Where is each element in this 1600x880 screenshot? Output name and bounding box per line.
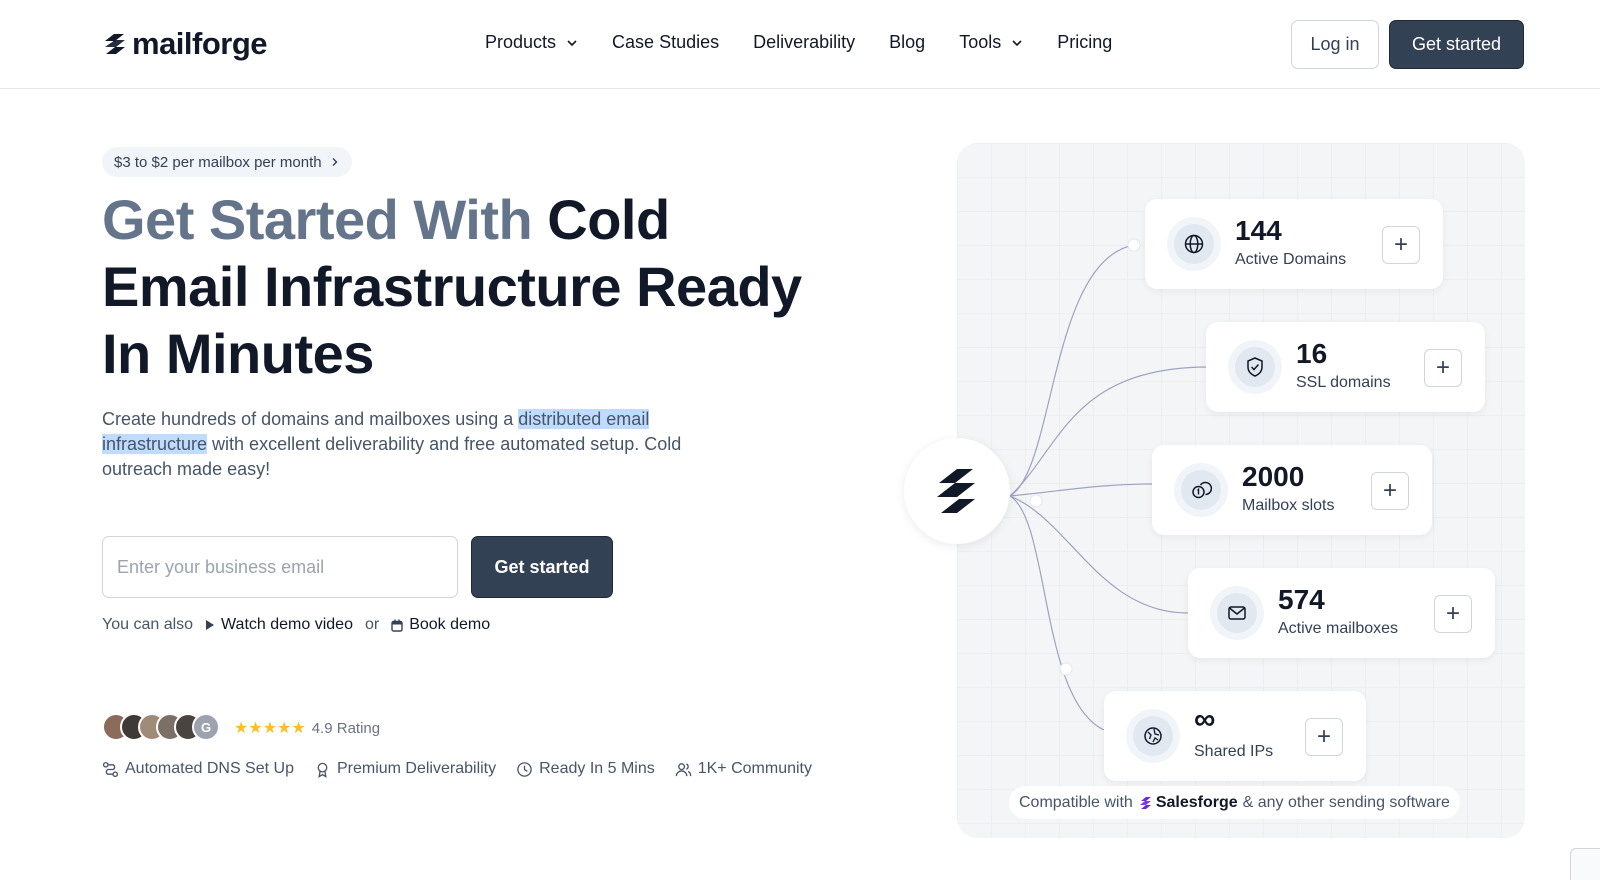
compat-prefix: Compatible with bbox=[1019, 793, 1133, 811]
nav-products-label: Products bbox=[485, 32, 557, 52]
hero-subtitle-before: Create hundreds of domains and mailboxes… bbox=[102, 409, 519, 429]
hero-title-muted: Get Started With bbox=[102, 188, 548, 251]
chevron-right-icon bbox=[332, 158, 338, 166]
feature-community: 1K+ Community bbox=[675, 760, 812, 778]
stat-card-active-mailboxes: 574 Active mailboxes + bbox=[1188, 568, 1495, 658]
salesforge-hub-icon bbox=[937, 469, 975, 513]
play-icon bbox=[206, 620, 215, 630]
coins-icon bbox=[1192, 481, 1212, 499]
stat-icon-wrap bbox=[1167, 217, 1221, 271]
watch-demo-link[interactable]: Watch demo video bbox=[205, 616, 353, 634]
feature-dns-label: Automated DNS Set Up bbox=[125, 760, 294, 777]
customer-avatars: G bbox=[102, 713, 220, 741]
pricing-pill[interactable]: $3 to $2 per mailbox per month bbox=[102, 147, 352, 177]
stat-label: Active mailboxes bbox=[1278, 620, 1399, 637]
rating-text: 4.9 Rating bbox=[311, 719, 381, 737]
chevron-down-icon bbox=[567, 39, 577, 46]
book-demo-label: Book demo bbox=[409, 616, 491, 633]
feature-deliverability-label: Premium Deliverability bbox=[336, 760, 497, 777]
stat-card-mailbox-slots: 2000 Mailbox slots + bbox=[1152, 445, 1432, 535]
pricing-pill-text: $3 to $2 per mailbox per month bbox=[114, 153, 322, 171]
login-button[interactable]: Log in bbox=[1291, 20, 1379, 69]
add-domain-button[interactable]: + bbox=[1382, 226, 1420, 264]
salesforge-brand[interactable]: Salesforge bbox=[1138, 794, 1238, 812]
network-icon bbox=[1144, 727, 1162, 745]
add-ip-button[interactable]: + bbox=[1305, 718, 1343, 756]
users-icon bbox=[675, 762, 691, 776]
stat-icon-wrap bbox=[1126, 709, 1180, 763]
feature-dns: Automated DNS Set Up bbox=[102, 760, 294, 778]
feature-deliverability: Premium Deliverability bbox=[314, 760, 496, 778]
award-icon bbox=[317, 762, 328, 778]
mail-icon bbox=[1228, 606, 1246, 620]
book-demo-link[interactable]: Book demo bbox=[391, 616, 490, 634]
compatibility-badge: Compatible with Salesforge & any other s… bbox=[1009, 786, 1460, 819]
stat-card-ssl-domains: 16 SSL domains + bbox=[1206, 322, 1485, 412]
hero-subtitle: Create hundreds of domains and mailboxes… bbox=[102, 407, 732, 482]
nav-tools[interactable]: Tools bbox=[959, 32, 1023, 53]
salesforge-hub bbox=[904, 438, 1010, 544]
stat-label: Shared IPs bbox=[1194, 743, 1274, 760]
add-mailbox-slot-button[interactable]: + bbox=[1371, 472, 1409, 510]
add-mailbox-button[interactable]: + bbox=[1434, 595, 1472, 633]
watch-demo-label: Watch demo video bbox=[221, 616, 353, 633]
nav-tools-label: Tools bbox=[959, 32, 1002, 52]
nav-deliverability[interactable]: Deliverability bbox=[753, 32, 855, 53]
stat-label: SSL domains bbox=[1296, 374, 1391, 391]
nav-products[interactable]: Products bbox=[485, 32, 578, 53]
g2-badge-icon: G bbox=[192, 713, 220, 741]
nav-pricing[interactable]: Pricing bbox=[1057, 32, 1112, 53]
feature-community-label: 1K+ Community bbox=[697, 760, 812, 777]
nav-blog-label: Blog bbox=[889, 32, 926, 52]
stat-label: Active Domains bbox=[1235, 251, 1347, 268]
stat-icon-wrap bbox=[1228, 340, 1282, 394]
rating-stars: ★★★★★ bbox=[234, 720, 306, 737]
nav-blog[interactable]: Blog bbox=[889, 32, 925, 53]
feature-ready: Ready In 5 Mins bbox=[516, 760, 655, 778]
feature-list: Automated DNS Set Up Premium Deliverabil… bbox=[102, 760, 812, 778]
business-email-input[interactable] bbox=[102, 536, 458, 598]
stat-value: ∞ bbox=[1194, 703, 1216, 736]
stat-value: 574 bbox=[1278, 584, 1325, 615]
site-header: mailforge Products Case Studies Delivera… bbox=[0, 0, 1600, 89]
nav-case-studies[interactable]: Case Studies bbox=[612, 32, 719, 53]
nav-deliverability-label: Deliverability bbox=[753, 32, 856, 52]
stat-value: 16 bbox=[1296, 338, 1328, 369]
main-nav: Products Case Studies Deliverability Blo… bbox=[485, 32, 1146, 53]
stat-value: 2000 bbox=[1242, 461, 1305, 492]
stat-label: Mailbox slots bbox=[1242, 497, 1335, 514]
feature-ready-label: Ready In 5 Mins bbox=[539, 760, 655, 777]
hero-title: Get Started With Cold Email Infrastructu… bbox=[102, 186, 802, 387]
demo-links: You can also Watch demo video or Book de… bbox=[102, 616, 490, 634]
hero-get-started-button[interactable]: Get started bbox=[471, 536, 613, 598]
edit-widget-button[interactable] bbox=[1570, 848, 1600, 880]
stat-icon-wrap bbox=[1210, 586, 1264, 640]
salesforge-brand-label: Salesforge bbox=[1155, 793, 1238, 811]
stat-value: 144 bbox=[1235, 215, 1282, 246]
mailforge-logo-icon bbox=[105, 34, 125, 54]
logo-text: mailforge bbox=[132, 26, 268, 61]
or-text: or bbox=[364, 616, 380, 633]
header-get-started-button[interactable]: Get started bbox=[1389, 20, 1524, 69]
also-text: You can also bbox=[102, 616, 194, 633]
add-ssl-button[interactable]: + bbox=[1424, 349, 1462, 387]
shield-check-icon bbox=[1247, 357, 1263, 377]
route-icon bbox=[102, 761, 119, 777]
mailforge-logo[interactable]: mailforge bbox=[102, 26, 268, 62]
clock-icon bbox=[517, 761, 532, 777]
rating: ★★★★★ 4.9 Rating bbox=[234, 718, 380, 738]
globe-icon bbox=[1184, 234, 1204, 254]
stat-card-active-domains: 144 Active Domains + bbox=[1145, 199, 1443, 289]
chevron-down-icon bbox=[1012, 39, 1022, 46]
salesforge-logo-icon bbox=[1139, 796, 1151, 809]
calendar-icon bbox=[391, 619, 403, 632]
stat-card-shared-ips: ∞ Shared IPs + bbox=[1104, 691, 1366, 781]
compat-suffix: & any other sending software bbox=[1242, 793, 1450, 811]
nav-pricing-label: Pricing bbox=[1057, 32, 1113, 52]
nav-case-studies-label: Case Studies bbox=[612, 32, 720, 52]
stat-icon-wrap bbox=[1174, 463, 1228, 517]
